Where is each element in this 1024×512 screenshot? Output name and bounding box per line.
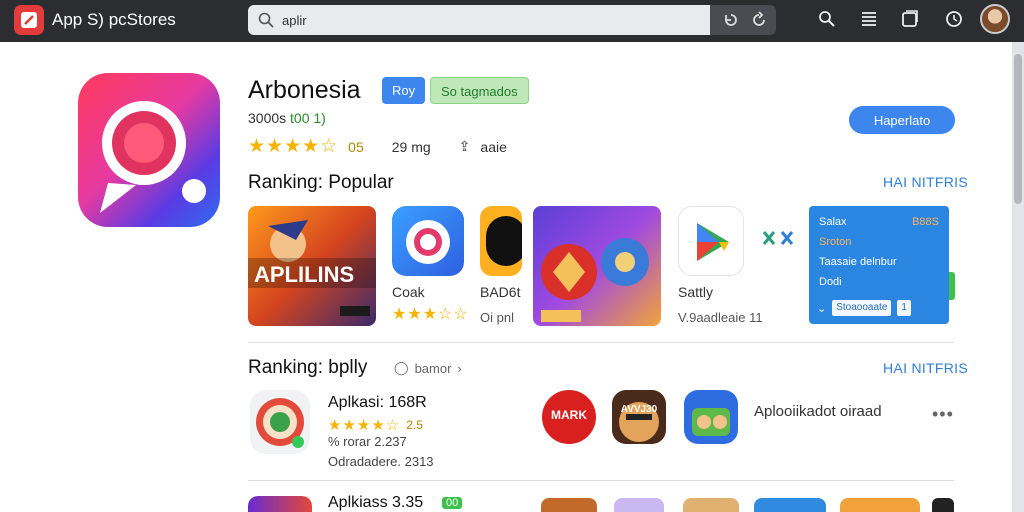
- list-app-icon[interactable]: [840, 498, 920, 512]
- app-store-logo-icon: [14, 5, 44, 35]
- reload-icon[interactable]: [750, 11, 768, 29]
- list-item-rating: ★★★★☆ 2.5: [328, 416, 423, 434]
- tile-label-bad6t: BAD6t: [480, 284, 521, 300]
- app-title: Arbonesia: [248, 76, 361, 104]
- scrollbar[interactable]: [1012, 42, 1024, 512]
- list-app-icon[interactable]: [541, 498, 597, 512]
- chevron-down-icon[interactable]: ⌄: [817, 302, 826, 315]
- brand-title: App S) pcStores: [52, 10, 176, 29]
- list-item-meta: Odradadere. 2313: [328, 454, 434, 469]
- app-subtitle: 3000s t00 1): [248, 110, 326, 126]
- share-label[interactable]: aaie: [480, 139, 506, 155]
- brand[interactable]: App S) pcStores: [14, 5, 176, 35]
- see-all-link-popular[interactable]: HAI NITFRIS: [883, 174, 968, 190]
- subtitle-highlight: t00 1): [290, 110, 326, 126]
- tile-label-coak: Coak: [392, 284, 425, 300]
- list-app-icon[interactable]: [250, 390, 310, 454]
- list-app-icon[interactable]: [754, 498, 826, 512]
- game-tile-featured[interactable]: [533, 206, 661, 326]
- search-icon: [258, 12, 274, 28]
- app-icon: [78, 73, 220, 227]
- popular-info-card[interactable]: Salax B88S Sroton Taasaie delnbur Dodi ⌄ …: [809, 206, 949, 324]
- chat-icon: ◯: [394, 360, 409, 375]
- secondary-badge[interactable]: So tagmados: [430, 77, 529, 104]
- green-tab-indicator: [949, 272, 955, 300]
- rating-value: 2.5: [406, 418, 423, 432]
- rating-value: 05: [348, 138, 364, 155]
- share-icon[interactable]: ⇪: [459, 138, 471, 155]
- app-size: 29 mg: [391, 138, 431, 155]
- see-all-link-bplly[interactable]: HAI NITFRIS: [883, 360, 968, 376]
- round-app-icon[interactable]: MARK: [542, 390, 596, 444]
- app-tile-bad6t[interactable]: [480, 206, 522, 276]
- tile-sub-bad6t: Oi pnl: [480, 310, 514, 325]
- search-input[interactable]: [282, 12, 682, 28]
- card-select[interactable]: Stoaooaate: [832, 300, 892, 316]
- rating-row: ★★★★☆ 05 29 mg ⇪ aaie: [248, 135, 507, 158]
- chip[interactable]: ◯ bamor ›: [394, 360, 462, 376]
- search-field[interactable]: [248, 5, 710, 35]
- star-rating-icon: ★★★★☆: [248, 136, 339, 157]
- list-app-icon[interactable]: [614, 498, 664, 512]
- scrollbar-thumb[interactable]: [1014, 54, 1022, 204]
- list-app-icon[interactable]: [248, 496, 312, 512]
- card-count: 1: [897, 300, 911, 316]
- tile-sub-sattly: V.9aadleaie 11: [678, 310, 763, 325]
- window-icon[interactable]: [900, 9, 920, 29]
- list-item-title[interactable]: Aplkasi: 168R: [328, 394, 427, 412]
- list-app-icon[interactable]: [684, 390, 738, 444]
- top-bar: App S) pcStores: [0, 0, 1024, 42]
- section-divider: [248, 342, 954, 343]
- list-item-title[interactable]: Aplkiass 3.35: [328, 494, 423, 512]
- zoom-icon[interactable]: [817, 9, 837, 29]
- section-divider: [248, 480, 954, 481]
- card-line: Taasaie delnbur: [819, 256, 897, 268]
- primary-badge[interactable]: Roy: [382, 77, 426, 104]
- game-tile-apliliins[interactable]: APLILINS: [248, 206, 376, 326]
- list-item-meta: % rorar 2.237: [328, 434, 407, 449]
- star-rating-icon: ★★★★☆: [328, 417, 401, 434]
- app-tile-coak[interactable]: [392, 206, 464, 276]
- card-value: B88S: [912, 216, 939, 228]
- link-icon[interactable]: [760, 224, 796, 252]
- clock-icon[interactable]: [944, 9, 964, 29]
- primary-action-button[interactable]: Haperlato: [849, 106, 955, 134]
- section-title-bplly: Ranking: bplly: [248, 357, 368, 378]
- card-label: Salax: [819, 216, 847, 228]
- list-app-icon[interactable]: [683, 498, 739, 512]
- list-item-badge: 00: [442, 497, 463, 509]
- app-tile-sattly[interactable]: [678, 206, 744, 276]
- tile-title: APLILINS: [254, 262, 355, 287]
- tile-star-rating-icon: ★★★☆☆: [392, 306, 469, 323]
- chevron-icon: ›: [457, 360, 462, 376]
- section-title-popular: Ranking: Popular: [248, 172, 394, 193]
- more-icon[interactable]: •••: [932, 404, 954, 425]
- round-app-icon[interactable]: AVVJ30: [612, 390, 666, 444]
- card-line: Sroton: [819, 236, 852, 248]
- avatar[interactable]: [980, 4, 1010, 34]
- card-line: Dodi: [819, 276, 842, 288]
- list-icon[interactable]: [859, 9, 879, 29]
- tile-label-sattly: Sattly: [678, 284, 714, 300]
- search-bar: [248, 5, 776, 35]
- chip-label: bamor: [414, 360, 452, 376]
- refresh-icon[interactable]: [722, 11, 740, 29]
- list-side-text: Aplooiikadot oiraad: [754, 403, 882, 420]
- list-app-icon[interactable]: [932, 498, 954, 512]
